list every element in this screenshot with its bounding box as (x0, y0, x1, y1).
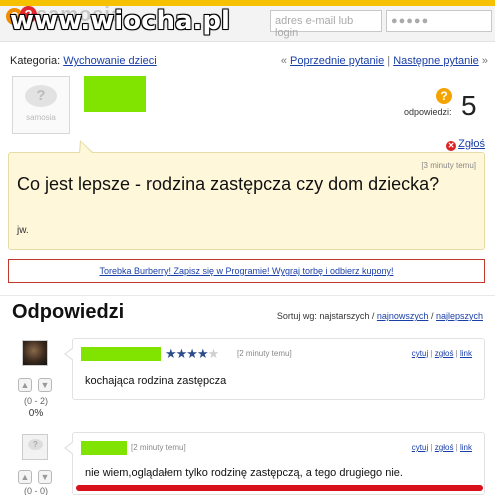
answer-text: kochająca rodzina zastępcza (85, 375, 227, 387)
answerer-name-redacted[interactable] (81, 441, 127, 455)
report-question[interactable]: ✕ Zgłoś (446, 138, 485, 151)
sort-label: Sortuj wg: najstarszych / (276, 311, 375, 321)
question-mark-icon: ? (436, 88, 452, 104)
thumb-up-icon[interactable]: ▲ (18, 470, 32, 484)
top-bar: ? ? samosia www.wiocha.pl adres e-mail l… (0, 0, 495, 42)
answer-time: [2 minuty temu] (237, 349, 292, 358)
thumb-down-icon[interactable]: ▼ (38, 470, 52, 484)
vote-buttons: ▲ ▼ (16, 378, 56, 394)
answer-actions: cytuj | zgłoś | link (411, 443, 472, 452)
vote-percent: 0% (28, 408, 44, 419)
question-nav: « Poprzednie pytanie | Następne pytanie … (281, 55, 488, 67)
star-icon: ★ (207, 346, 220, 361)
question-box: [3 minuty temu] Co jest lepsze - rodzina… (8, 140, 485, 250)
report-link[interactable]: zgłoś (435, 443, 454, 452)
avatar-caption: samosia (26, 113, 56, 122)
promo-banner: Torebka Burberry! Zapisz się w Programie… (8, 259, 485, 283)
answer-actions: cytuj | zgłoś | link (411, 349, 472, 358)
thumb-down-icon[interactable]: ▼ (38, 378, 52, 392)
password-input[interactable]: ●●●●● (386, 10, 492, 32)
nav-suffix: » (481, 55, 488, 67)
answer-count: ? odpowiedzi: 5 (404, 88, 488, 121)
vote-count: (0 - 2) (23, 396, 48, 406)
permalink[interactable]: link (460, 349, 472, 358)
question-title: Co jest lepsze - rodzina zastępcza czy d… (17, 174, 440, 194)
next-question-link[interactable]: Następne pytanie (393, 55, 479, 67)
sort-newest-link[interactable]: najnowszych (377, 311, 429, 321)
asker-avatar[interactable]: ? samosia (12, 76, 70, 134)
answer-text: nie wiem,oglądałem tylko rodzinę zastępc… (85, 467, 403, 479)
thumb-up-icon[interactable]: ▲ (18, 378, 32, 392)
category-bar: Kategoria: Wychowanie dzieci « Poprzedni… (10, 55, 488, 67)
nav-prefix: « (280, 55, 287, 67)
prev-question-link[interactable]: Poprzednie pytanie (290, 55, 384, 67)
answer-time: [2 minuty temu] (131, 443, 186, 452)
asker-name-redacted[interactable] (84, 76, 146, 112)
star-icon: ★★★★ (165, 346, 209, 361)
speech-tail-inner (66, 348, 74, 360)
promo-link[interactable]: Torebka Burberry! Zapisz się w Programie… (99, 266, 393, 276)
speech-tail-inner (66, 442, 74, 454)
default-avatar-icon: ? (28, 439, 43, 450)
report-icon: ✕ (446, 141, 457, 151)
answer-avatar[interactable]: ? (22, 434, 48, 460)
question-time: [3 minuty temu] (421, 161, 476, 170)
vote-buttons: ▲ ▼ (16, 470, 56, 486)
red-underline-mark (76, 485, 483, 491)
nav-separator: | (387, 55, 391, 67)
divider (0, 295, 495, 296)
category-label: Kategoria: (10, 55, 61, 67)
answer-box: ★★★★★ [2 minuty temu] cytuj | zgłoś | li… (64, 338, 485, 400)
answerer-name-redacted[interactable] (81, 347, 161, 361)
question-body: jw. (17, 225, 29, 236)
report-link[interactable]: zgłoś (435, 349, 454, 358)
default-avatar-icon: ? (25, 85, 57, 107)
sort-best-link[interactable]: najlepszych (436, 311, 483, 321)
vote-count: (0 - 0) (23, 486, 48, 495)
speech-tail-inner (80, 142, 93, 154)
category-link[interactable]: Wychowanie dzieci (63, 55, 156, 67)
sort-options: Sortuj wg: najstarszych / najnowszych / … (277, 311, 483, 321)
answer-avatar[interactable] (22, 340, 48, 366)
answers-label: odpowiedzi: (404, 107, 452, 117)
sort-separator: / (430, 311, 434, 321)
report-link[interactable]: Zgłoś (458, 138, 485, 150)
answers-number: 5 (461, 90, 477, 121)
permalink[interactable]: link (460, 443, 472, 452)
email-login-input[interactable]: adres e-mail lub login (270, 10, 382, 39)
answers-heading: Odpowiedzi (12, 301, 125, 323)
quote-link[interactable]: cytuj (412, 349, 428, 358)
quote-link[interactable]: cytuj (412, 443, 428, 452)
watermark: www.wiocha.pl (10, 6, 230, 36)
rating-stars: ★★★★★ (165, 346, 220, 362)
